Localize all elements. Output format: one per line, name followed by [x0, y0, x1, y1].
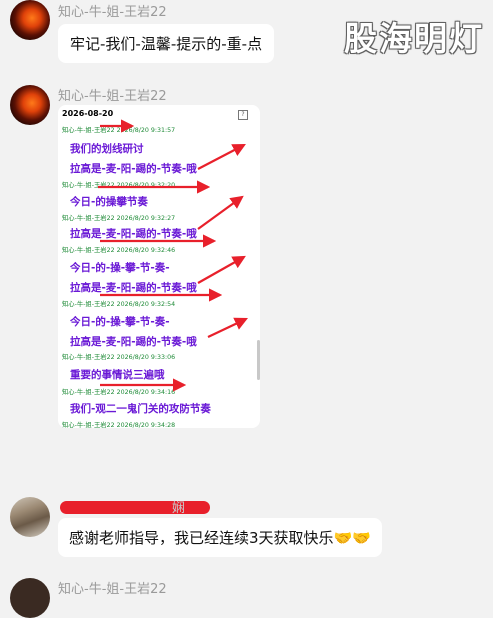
sender-name: 知心-牛-姐-王岩22	[58, 89, 167, 104]
image-message[interactable]: 2026-08-20 ? 知心-牛-姐-王岩22 2026/8/20 9:31:…	[58, 105, 260, 428]
message-bubble[interactable]: 感谢老师指导，我已经连续3天获取快乐🤝🤝	[58, 518, 382, 557]
arrow-annotation	[207, 317, 248, 338]
avatar[interactable]	[10, 578, 50, 618]
message-text: 牢记-我们-温馨-提示的-重-点	[70, 35, 263, 53]
avatar[interactable]	[10, 497, 50, 537]
message-text: 感谢老师指导，我已经连续3天获取快乐	[69, 529, 334, 547]
arrow-annotation	[197, 143, 246, 170]
scrollbar[interactable]	[257, 340, 260, 380]
sender-name: 娴	[172, 501, 186, 516]
annotation-arrows	[98, 119, 248, 392]
message-bubble[interactable]: 牢记-我们-温馨-提示的-重-点	[58, 24, 275, 63]
redacted-name-mark	[60, 501, 210, 514]
avatar[interactable]	[10, 85, 50, 125]
arrow-annotation	[197, 195, 244, 230]
handshake-icon: 🤝🤝	[333, 529, 371, 547]
sender-name: 知心-牛-姐-王岩22	[58, 5, 167, 20]
arrow-annotation	[197, 255, 246, 284]
sender-name: 知心-牛-姐-王岩22	[58, 582, 167, 597]
avatar[interactable]	[10, 0, 50, 40]
watermark: 股海明灯	[344, 19, 484, 58]
